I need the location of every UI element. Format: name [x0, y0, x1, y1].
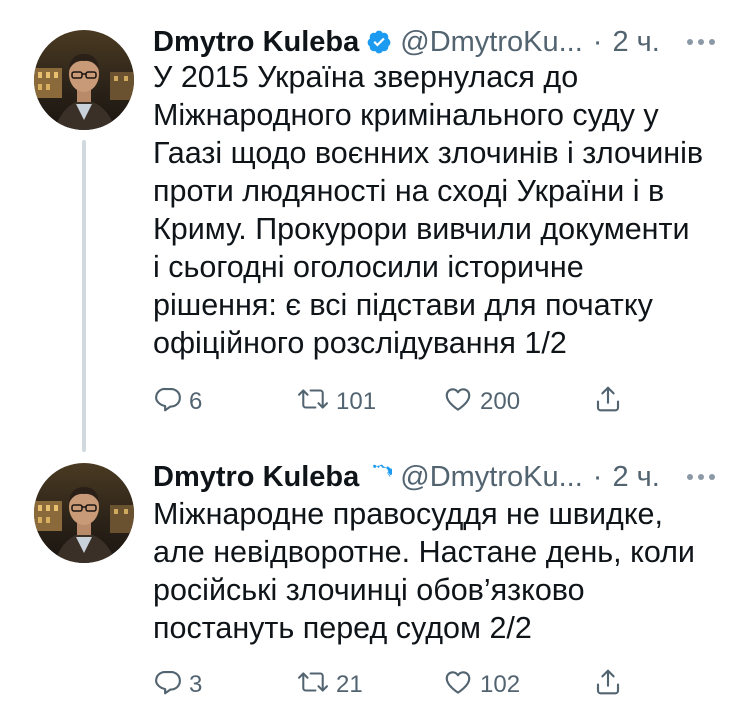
retweet-button[interactable]: 101: [296, 384, 376, 420]
share-icon: [593, 666, 623, 705]
retweet-count: 101: [336, 388, 377, 415]
author-name[interactable]: Dmytro Kuleba: [153, 26, 359, 59]
avatar-photo: [34, 30, 134, 130]
share-icon: [593, 383, 623, 422]
reply-count: 3: [189, 671, 203, 698]
header-separator: ·: [592, 460, 603, 493]
verified-badge-icon: [366, 29, 392, 55]
avatar[interactable]: [34, 30, 134, 130]
avatar-photo: [34, 463, 134, 563]
like-count: 102: [480, 671, 521, 698]
author-handle[interactable]: @DmytroKu...: [400, 26, 583, 59]
author-handle[interactable]: @DmytroKu...: [400, 461, 583, 494]
header-separator: ·: [592, 25, 603, 58]
like-count: 200: [480, 388, 521, 415]
share-button[interactable]: [593, 667, 623, 703]
retweet-button[interactable]: 21: [296, 667, 363, 703]
avatar[interactable]: [34, 463, 134, 563]
verified-badge-icon: [366, 464, 393, 490]
reply-icon: [153, 667, 183, 704]
tweet-timestamp[interactable]: 2 ч.: [612, 26, 659, 59]
more-dots-icon[interactable]: [686, 22, 716, 62]
retweet-icon: [296, 384, 330, 421]
tweet-header: Dmytro Kuleba @DmytroKu... · 2 ч.: [153, 457, 730, 497]
reply-button[interactable]: 3: [153, 667, 202, 703]
retweet-icon: [296, 667, 330, 704]
author-name[interactable]: Dmytro Kuleba: [153, 461, 359, 494]
retweet-count: 21: [336, 671, 363, 698]
reply-count: 6: [189, 388, 203, 415]
tweet[interactable]: Dmytro Kuleba @DmytroKu... · 2 ч. У 2015…: [0, 0, 750, 452]
more-dots-icon[interactable]: [686, 457, 716, 497]
heart-icon: [442, 384, 474, 421]
tweet-header: Dmytro Kuleba @DmytroKu... · 2 ч.: [153, 22, 730, 62]
tweet-actions: 6 101 200: [153, 384, 653, 420]
tweet-text: У 2015 Україна звернулася до Міжнародног…: [153, 60, 704, 360]
tweet-text: Міжнародне правосуддя не швидке, але нев…: [153, 497, 695, 645]
thread-connector-line: [82, 140, 86, 452]
tweet-timestamp[interactable]: 2 ч.: [612, 461, 659, 494]
reply-icon: [153, 384, 183, 421]
tweet[interactable]: Dmytro Kuleba @DmytroKu... · 2 ч. Міжнар…: [0, 440, 750, 713]
like-button[interactable]: 102: [442, 667, 520, 703]
tweet-actions: 3 21 102: [153, 667, 653, 703]
heart-icon: [442, 667, 474, 704]
share-button[interactable]: [593, 384, 623, 420]
like-button[interactable]: 200: [442, 384, 520, 420]
reply-button[interactable]: 6: [153, 384, 202, 420]
